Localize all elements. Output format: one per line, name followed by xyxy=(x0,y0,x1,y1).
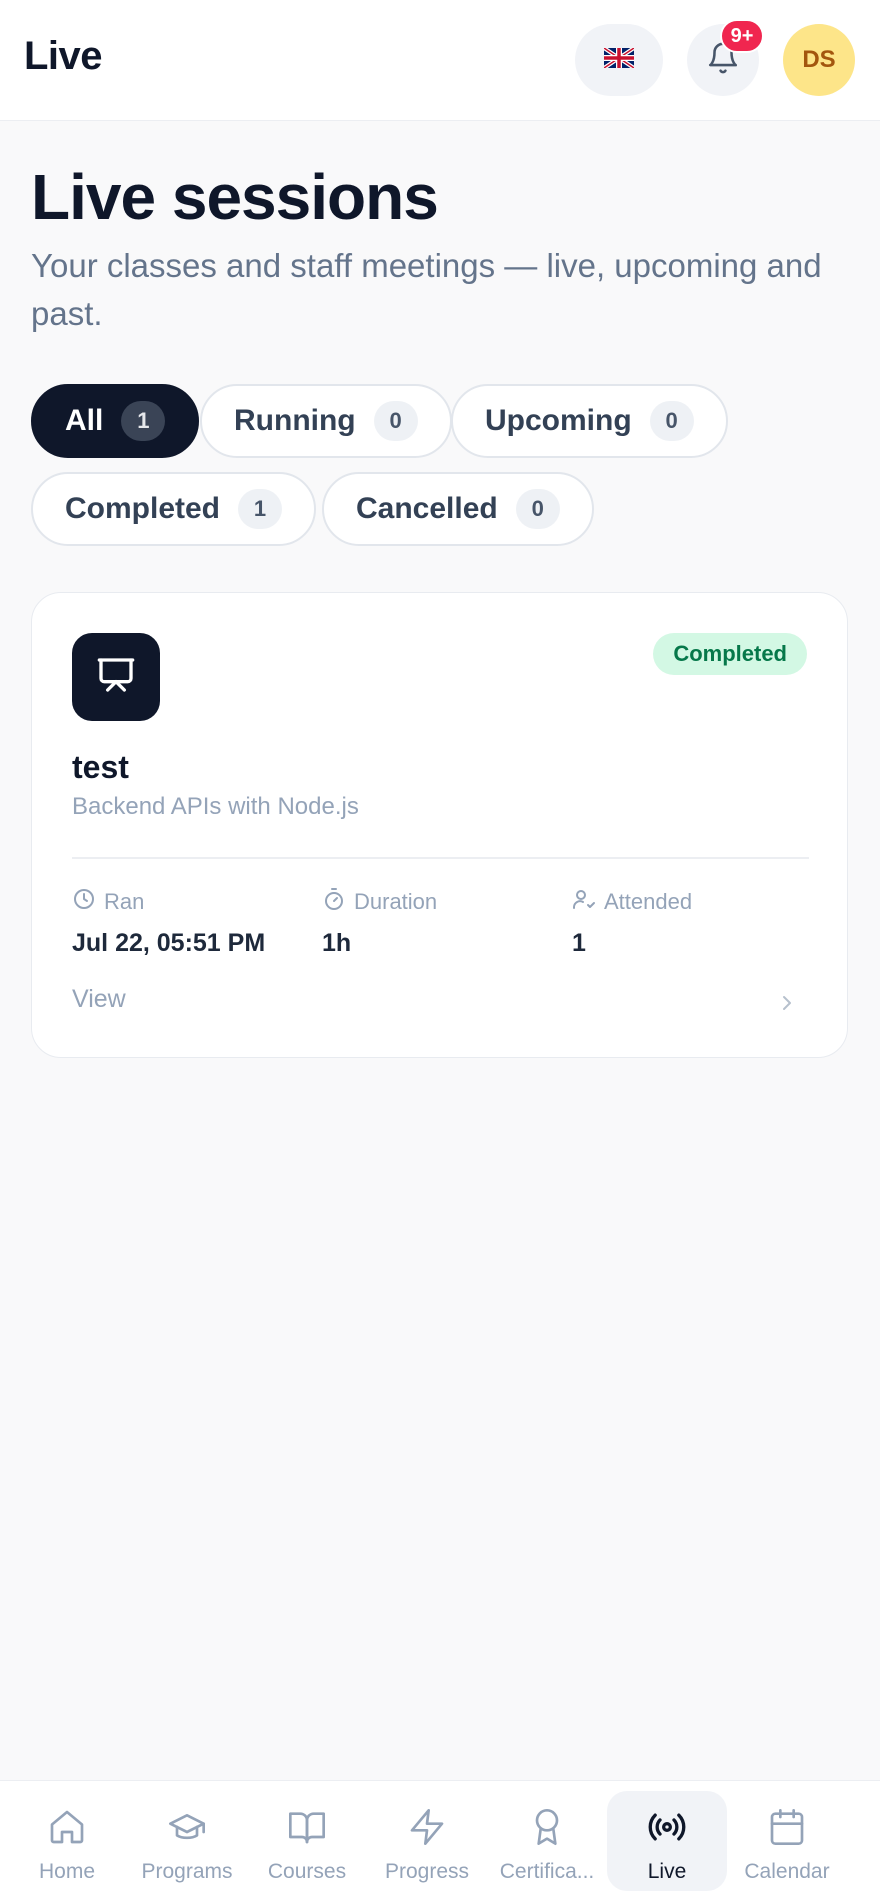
filter-chip-label: All xyxy=(65,404,104,437)
meta-label: Attended xyxy=(604,889,693,914)
meta-label: Duration xyxy=(354,889,438,914)
nav-label: Calendar xyxy=(744,1860,830,1883)
zap-icon xyxy=(407,1807,447,1852)
calendar-icon xyxy=(767,1807,807,1852)
book-open-icon xyxy=(287,1807,327,1852)
bottom-navigation: Home Programs Courses Progress Certifica… xyxy=(0,1780,880,1900)
live-sessions-page: Live 9+ DS Live sessions Your classes an… xyxy=(0,0,880,1900)
meta-duration: Duration 1h xyxy=(322,887,562,958)
session-card[interactable]: Completed test Backend APIs with Node.js… xyxy=(31,592,848,1058)
filter-chip-upcoming[interactable]: Upcoming 0 xyxy=(451,384,728,458)
card-divider xyxy=(72,857,809,859)
notification-count-badge: 9+ xyxy=(720,19,764,53)
filter-chip-label: Completed xyxy=(65,492,221,525)
timer-icon xyxy=(322,887,346,917)
filter-chip-cancelled[interactable]: Cancelled 0 xyxy=(322,472,594,546)
user-check-icon xyxy=(572,887,596,917)
language-switcher-button[interactable] xyxy=(575,24,663,96)
nav-label: Certifica... xyxy=(499,1860,595,1883)
filter-chip-count: 0 xyxy=(515,489,560,529)
nav-label: Courses xyxy=(267,1860,347,1883)
meta-value: 1h xyxy=(322,929,352,957)
nav-item-home[interactable]: Home xyxy=(7,1791,127,1891)
meta-label: Ran xyxy=(104,889,145,914)
filter-chip-label: Upcoming xyxy=(485,404,632,437)
nav-item-calendar[interactable]: Calendar xyxy=(727,1791,847,1891)
app-bar-title: Live xyxy=(24,34,103,78)
session-course: Backend APIs with Node.js xyxy=(72,793,359,820)
nav-item-live[interactable]: Live xyxy=(607,1791,727,1891)
filter-chip-completed[interactable]: Completed 1 xyxy=(31,472,317,546)
clock-icon xyxy=(72,887,96,917)
filter-chip-count: 0 xyxy=(373,401,418,441)
graduation-cap-icon xyxy=(167,1807,207,1852)
view-session-link[interactable]: View xyxy=(72,985,126,1014)
nav-item-programs[interactable]: Programs xyxy=(127,1791,247,1891)
meta-value: 1 xyxy=(572,929,586,957)
user-avatar[interactable]: DS xyxy=(783,24,855,96)
filter-chip-running[interactable]: Running 0 xyxy=(200,384,452,458)
presentation-icon xyxy=(96,655,136,700)
filter-chip-count: 0 xyxy=(649,401,694,441)
filter-chip-all[interactable]: All 1 xyxy=(31,384,200,458)
top-bar: Live 9+ DS xyxy=(0,0,880,121)
chevron-right-icon[interactable] xyxy=(775,991,799,1020)
filter-chip-label: Cancelled xyxy=(356,492,498,525)
nav-label: Home xyxy=(38,1860,96,1883)
home-icon xyxy=(47,1807,87,1852)
filter-chip-count: 1 xyxy=(238,489,283,529)
page-subtitle: Your classes and staff meetings — live, … xyxy=(31,247,822,332)
page-title: Live sessions xyxy=(31,161,439,233)
filter-chip-count: 1 xyxy=(121,401,166,441)
nav-item-courses[interactable]: Courses xyxy=(247,1791,367,1891)
award-icon xyxy=(527,1807,567,1852)
filter-chip-label: Running xyxy=(234,404,356,437)
uk-flag-icon xyxy=(602,45,636,73)
meta-attended: Attended 1 xyxy=(572,887,812,958)
nav-label: Programs xyxy=(141,1860,233,1883)
broadcast-icon xyxy=(647,1807,687,1852)
nav-item-certificates[interactable]: Certifica... xyxy=(487,1791,607,1891)
nav-label: Progress xyxy=(384,1860,470,1883)
nav-item-progress[interactable]: Progress xyxy=(367,1791,487,1891)
nav-label: Live xyxy=(647,1860,687,1883)
status-badge: Completed xyxy=(653,633,807,675)
session-title: test xyxy=(72,749,129,785)
session-type-icon-tile xyxy=(72,633,160,721)
meta-ran: Ran Jul 22, 05:51 PM xyxy=(72,887,312,958)
meta-value: Jul 22, 05:51 PM xyxy=(72,929,266,957)
